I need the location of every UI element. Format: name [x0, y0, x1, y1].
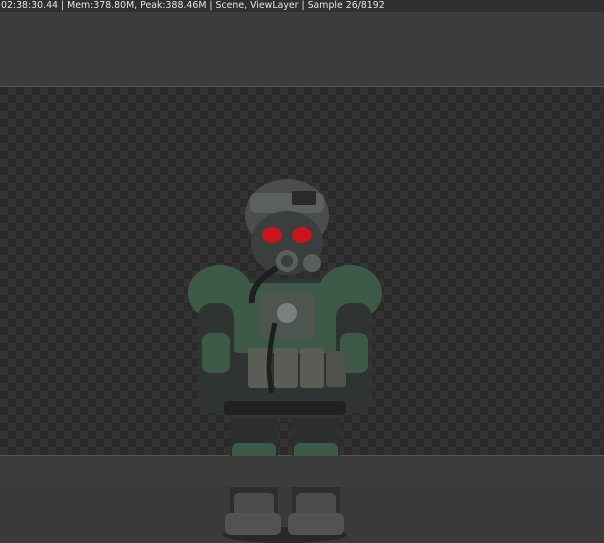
viewport-background-bottom	[0, 456, 604, 487]
armored-soldier-render-icon	[188, 179, 382, 543]
render-status-text: 02:38:30.44 | Mem:378.80M, Peak:388.46M …	[1, 0, 385, 11]
render-status-bar: 02:38:30.44 | Mem:378.80M, Peak:388.46M …	[0, 0, 604, 12]
viewport-background-top	[0, 12, 604, 86]
render-canvas[interactable]	[0, 86, 604, 543]
